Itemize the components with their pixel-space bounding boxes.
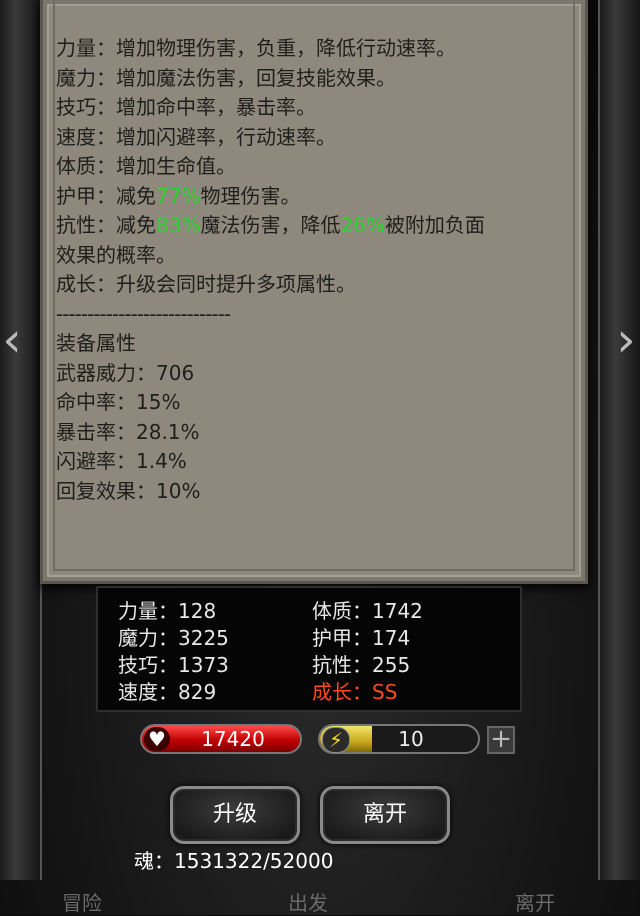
armor-info-line: 护甲：减免77%物理伤害。 [56, 182, 526, 212]
equip-recovery: 回复效果：10% [56, 478, 201, 503]
stat-strength: 力量：128 [118, 599, 217, 623]
resist-info-line: 抗性：减免83%魔法伤害，降低26%被附加负面效果的概率。 [56, 211, 486, 270]
leave-button[interactable]: 离开 [320, 786, 450, 844]
add-energy-button[interactable]: + [487, 726, 515, 754]
armor-percent: 77% [156, 183, 201, 208]
energy-value: 10 [398, 727, 424, 751]
frame-left [0, 0, 42, 880]
resist-mid: 魔法伤害，降低 [200, 213, 341, 237]
growth-info-line: 成长：升级会同时提升多项属性。 [56, 272, 356, 296]
info-line: 技巧：增加命中率，暴击率。 [56, 95, 316, 119]
equip-title: 装备属性 [56, 331, 136, 355]
chevron-right-icon[interactable]: › [606, 300, 640, 380]
heart-icon: ♥ [144, 727, 170, 751]
armor-suffix: 物理伤害。 [200, 183, 301, 208]
equip-crit-rate: 暴击率：28.1% [56, 419, 200, 444]
resist-percent-1: 83% [156, 213, 201, 237]
info-line: 体质：增加生命值。 [56, 154, 236, 178]
stat-resist: 抗性：255 [312, 653, 411, 677]
nav-adventure[interactable]: 冒险 [62, 890, 102, 916]
stat-speed: 速度：829 [118, 680, 217, 704]
soul-counter: 魂：1531322/52000 [134, 849, 334, 873]
resist-percent-2: 26% [340, 213, 385, 237]
lightning-icon: ⚡ [322, 727, 350, 753]
equip-hit-rate: 命中率：15% [56, 390, 181, 414]
equip-weapon-power: 武器威力：706 [56, 360, 195, 385]
frame-right [598, 0, 640, 880]
info-line: 速度：增加闪避率，行动速率。 [56, 124, 336, 149]
equip-evade-rate: 闪避率：1.4% [56, 449, 187, 473]
hp-value: 17420 [201, 727, 265, 751]
resist-prefix: 抗性：减免 [56, 213, 156, 237]
stat-growth: 成长：SS [312, 680, 398, 704]
armor-prefix: 护甲：减免 [56, 183, 156, 208]
stat-constitution: 体质：1742 [312, 599, 423, 623]
nav-leave[interactable]: 离开 [515, 890, 555, 916]
stat-armor: 护甲：174 [312, 626, 411, 650]
nav-depart[interactable]: 出发 [288, 890, 328, 916]
stat-magic: 魔力：3225 [118, 626, 229, 650]
attribute-info-text: 力量：增加物理伤害，负重，降低行动速率。 魔力：增加魔法伤害，回复技能效果。 技… [56, 34, 526, 506]
hp-bar: ♥ 17420 [140, 724, 302, 754]
info-line: 魔力：增加魔法伤害，回复技能效果。 [56, 65, 396, 90]
stat-skill: 技巧：1373 [118, 653, 229, 677]
divider: ---------------------------- [56, 301, 231, 326]
upgrade-button[interactable]: 升级 [170, 786, 300, 844]
energy-bar: ⚡ 10 [318, 724, 480, 754]
chevron-left-icon[interactable]: ‹ [0, 300, 32, 380]
info-line: 力量：增加物理伤害，负重，降低行动速率。 [56, 36, 456, 60]
